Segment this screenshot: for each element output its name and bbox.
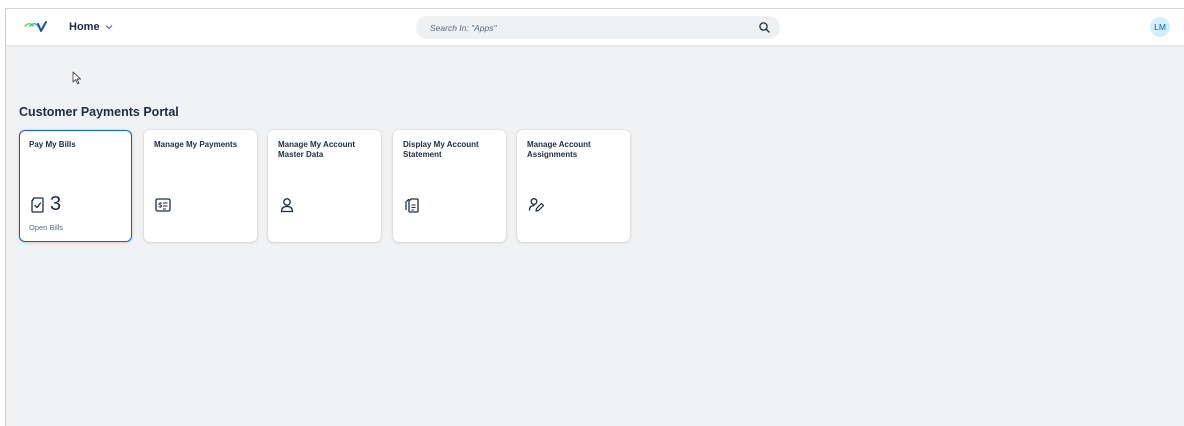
mouse-pointer-icon (72, 71, 82, 85)
search-icon[interactable] (757, 20, 772, 35)
tile-display-account-statement[interactable]: Display My Account Statement (393, 130, 506, 242)
user-avatar[interactable]: LM (1150, 17, 1170, 37)
documents-icon (405, 198, 419, 213)
search-input[interactable] (416, 16, 736, 39)
group-title: Customer Payments Portal (19, 105, 179, 119)
tile-manage-account-master-data[interactable]: Manage My Account Master Data (268, 130, 381, 242)
svg-text:$: $ (158, 203, 162, 210)
payment-card-icon: $ (155, 198, 171, 212)
person-icon (280, 198, 294, 213)
home-label: Home (69, 21, 100, 33)
search-field (416, 16, 780, 39)
person-edit-icon (528, 198, 545, 212)
tile-count: 3 (50, 193, 62, 215)
bill-check-icon (31, 197, 44, 213)
tile-title: Pay My Bills (29, 140, 76, 149)
tile-title: Display My Account Statement (403, 140, 479, 159)
shell-bar: Home LM (6, 9, 1184, 45)
tile-pay-my-bills[interactable]: Pay My Bills 3 Open Bills (19, 130, 132, 242)
company-logo[interactable] (24, 20, 48, 34)
chevron-down-icon (105, 25, 112, 30)
tile-title: Manage Account Assignments (527, 140, 591, 159)
launchpad-window: Home LM Customer Payments Portal Pay My … (5, 8, 1184, 426)
tile-footer: Open Bills (29, 223, 64, 232)
tile-title: Manage My Account Master Data (278, 140, 356, 159)
home-menu-button[interactable]: Home (69, 19, 113, 35)
tile-title: Manage My Payments (154, 140, 238, 149)
tile-manage-my-payments[interactable]: Manage My Payments $ (144, 130, 257, 242)
tile-manage-account-assignments[interactable]: Manage Account Assignments (517, 130, 630, 242)
